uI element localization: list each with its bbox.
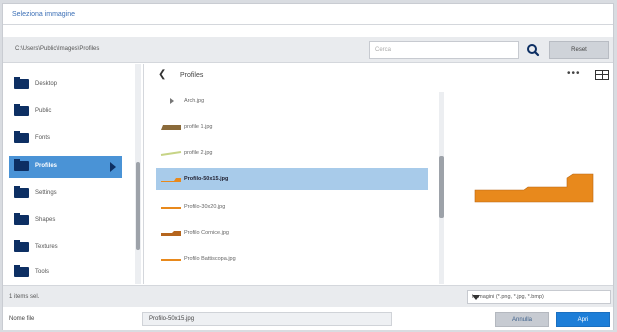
- folder-icon: [14, 213, 29, 225]
- file-name: Profilo Cornice.jpg: [184, 230, 229, 236]
- scrollbar-thumb[interactable]: [439, 156, 444, 218]
- sidebar-item-shapes[interactable]: Shapes: [9, 210, 122, 232]
- open-button[interactable]: Apri: [556, 312, 610, 327]
- filename-bar: Nome file Profilo-50x15.jpg Annulla Apri: [3, 308, 613, 330]
- expand-arrow-icon[interactable]: [110, 162, 116, 172]
- scrollbar-thumb[interactable]: [136, 162, 140, 250]
- file-name: Arch.jpg: [184, 98, 205, 104]
- file-name: Profilo Battiscopa.jpg: [184, 256, 236, 262]
- file-thumbnail-icon: [170, 98, 174, 104]
- sidebar-item-settings[interactable]: Settings: [9, 183, 122, 205]
- search-input[interactable]: Cerca: [369, 41, 519, 59]
- sidebar-item-label: Settings: [35, 190, 57, 196]
- cancel-button[interactable]: Annulla: [495, 312, 549, 327]
- search-placeholder: Cerca: [375, 47, 392, 53]
- sidebar-item-public[interactable]: Public: [9, 101, 122, 123]
- folder-icon: [14, 131, 29, 143]
- file-thumbnail-icon: [161, 259, 181, 261]
- chevron-down-icon: [472, 295, 480, 300]
- file-thumbnail-icon: [161, 178, 181, 182]
- sidebar-item-label: Profiles: [35, 163, 58, 169]
- sidebar-item-profiles[interactable]: Profiles: [9, 156, 122, 178]
- selection-count: 1 items sel.: [9, 294, 40, 300]
- file-item[interactable]: Arch.jpg: [156, 90, 428, 112]
- filename-input[interactable]: Profilo-50x15.jpg: [142, 312, 392, 326]
- sidebar-item-fonts[interactable]: Fonts: [9, 128, 122, 150]
- folder-icon: [14, 186, 29, 198]
- file-list-pane: ❮ Profiles Arch.jpg profile 1.jpg profil…: [154, 64, 444, 284]
- file-item[interactable]: Profilo-30x20.jpg: [156, 196, 428, 218]
- folder-icon: [14, 104, 29, 116]
- filename-value: Profilo-50x15.jpg: [149, 316, 195, 322]
- file-item[interactable]: Profilo Cornice.jpg: [156, 222, 428, 244]
- file-item[interactable]: profile 2.jpg: [156, 142, 428, 164]
- folder-header: ❮ Profiles: [154, 64, 444, 86]
- sidebar-item-label: Desktop: [35, 81, 58, 87]
- path-bar: C:\Users\Public\Images\Profiles Cerca Re…: [3, 37, 613, 63]
- folder-icon: [14, 240, 29, 252]
- file-picker-dialog: Seleziona immagine C:\Users\Public\Image…: [2, 3, 614, 330]
- open-label: Apri: [577, 317, 589, 323]
- sidebar-item-textures[interactable]: Textures: [9, 237, 122, 259]
- folder-sidebar: Desktop Public Fonts Profiles Settings S…: [3, 64, 144, 284]
- sidebar-item-label: Fonts: [35, 135, 51, 141]
- current-path[interactable]: C:\Users\Public\Images\Profiles: [15, 46, 99, 52]
- reset-button[interactable]: Reset: [549, 41, 609, 59]
- file-type-filter-select[interactable]: Immagini (*.png, *.jpg, *.bmp): [467, 290, 611, 304]
- file-name: Profilo-50x15.jpg: [184, 176, 229, 182]
- file-thumbnail-icon: [161, 207, 181, 209]
- file-thumbnail-icon: [160, 151, 182, 156]
- sidebar-item-label: Tools: [35, 269, 50, 275]
- search-icon: [527, 44, 540, 57]
- file-name: profile 2.jpg: [184, 150, 213, 156]
- search-button[interactable]: [523, 41, 543, 59]
- file-item[interactable]: Profilo Battiscopa.jpg: [156, 248, 428, 270]
- folder-icon: [14, 265, 29, 277]
- back-chevron-icon[interactable]: ❮: [158, 70, 166, 80]
- status-bar: 1 items sel. Immagini (*.png, *.jpg, *.b…: [3, 285, 613, 307]
- folder-title: Profiles: [180, 72, 204, 79]
- reset-label: Reset: [571, 47, 587, 53]
- profile-preview-image: [474, 173, 594, 203]
- file-thumbnail-icon: [161, 231, 181, 236]
- file-item-selected[interactable]: Profilo-50x15.jpg: [156, 168, 428, 190]
- filter-value: Immagini (*.png, *.jpg, *.bmp): [472, 294, 544, 300]
- sidebar-item-label: Shapes: [35, 217, 56, 223]
- file-name: Profilo-30x20.jpg: [184, 204, 226, 210]
- file-list-scrollbar[interactable]: [439, 92, 444, 284]
- folder-icon: [14, 77, 29, 89]
- file-thumbnail-icon: [161, 125, 181, 130]
- sidebar-scrollbar[interactable]: [135, 64, 141, 284]
- sidebar-item-label: Textures: [35, 244, 58, 250]
- sidebar-item-tools[interactable]: Tools: [9, 262, 122, 284]
- file-item[interactable]: profile 1.jpg: [156, 116, 428, 138]
- title-bar: Seleziona immagine: [3, 4, 613, 25]
- preview-pane: •••: [449, 64, 613, 284]
- folder-icon: [14, 159, 29, 171]
- file-name: profile 1.jpg: [184, 124, 213, 130]
- cancel-label: Annulla: [511, 317, 532, 323]
- sidebar-item-desktop[interactable]: Desktop: [9, 74, 122, 96]
- sidebar-item-label: Public: [35, 108, 52, 114]
- dialog-title: Seleziona immagine: [12, 11, 76, 18]
- filename-label: Nome file: [9, 316, 35, 322]
